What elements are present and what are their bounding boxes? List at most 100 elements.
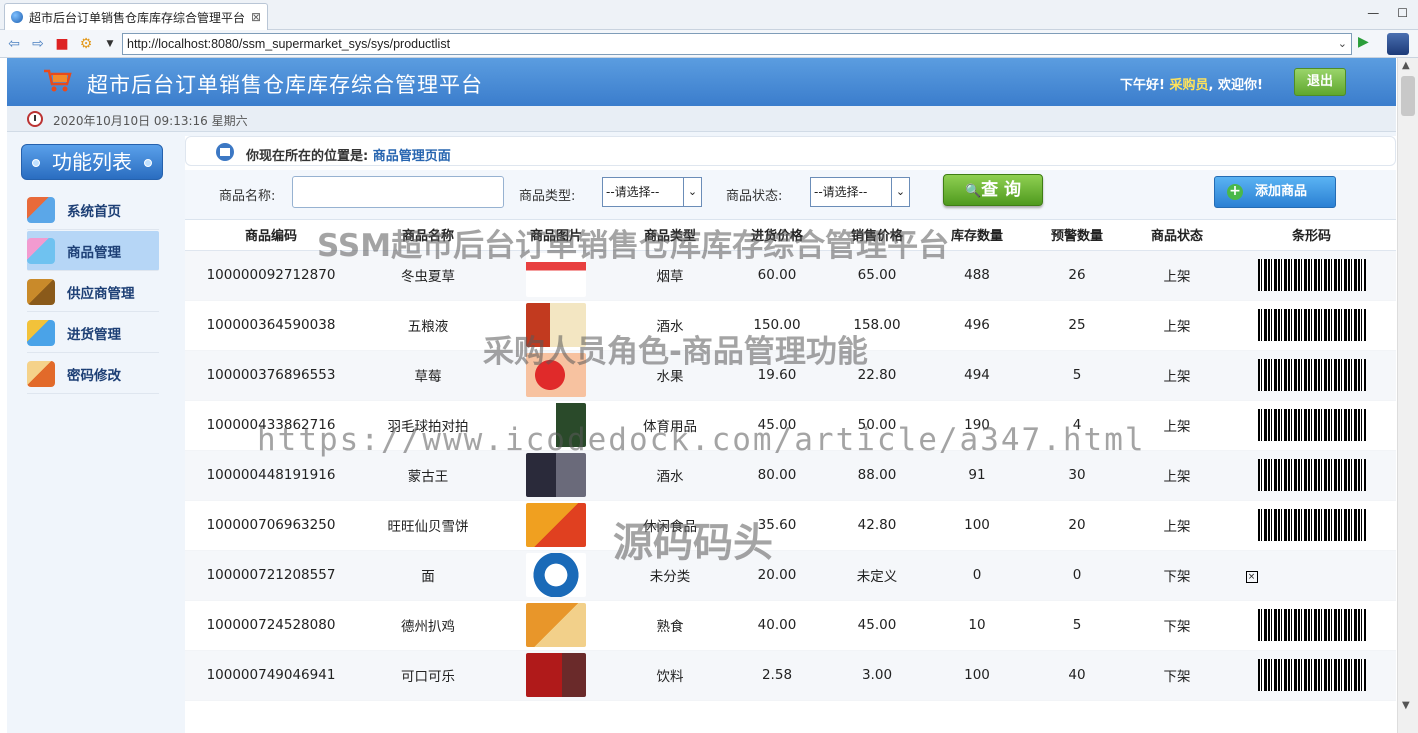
barcode-cell xyxy=(1227,250,1396,301)
column-header: 进货价格 xyxy=(727,220,827,251)
sale-price-cell: 50.00 xyxy=(827,400,927,451)
minimize-icon[interactable]: — xyxy=(1367,6,1379,20)
sidebar-item-label: 系统首页 xyxy=(67,203,121,220)
name-input[interactable] xyxy=(292,176,504,208)
barcode-image xyxy=(1257,509,1366,541)
product-status-cell: 下架 xyxy=(1127,650,1227,701)
sidebar-item-label: 进货管理 xyxy=(67,326,121,343)
dropdown-arrow-icon[interactable]: ▼ xyxy=(100,39,120,49)
warning-quantity-cell: 0 xyxy=(1027,550,1127,601)
product-name-cell: 冬虫夏草 xyxy=(357,250,499,301)
url-text: http://localhost:8080/ssm_supermarket_sy… xyxy=(127,37,451,51)
barcode-image xyxy=(1257,459,1366,491)
product-status-cell: 上架 xyxy=(1127,250,1227,301)
sidebar-item-label: 密码修改 xyxy=(67,367,121,384)
sidebar-item-supplier[interactable]: 供应商管理 xyxy=(27,272,159,312)
query-button[interactable]: 🔍查 询 xyxy=(943,174,1043,206)
current-datetime: 2020年10月10日 09:13:16 星期六 xyxy=(53,114,248,128)
sidebar-item-purchase[interactable]: 进货管理 xyxy=(27,313,159,353)
product-status-cell: 下架 xyxy=(1127,550,1227,601)
maximize-icon[interactable]: ☐ xyxy=(1397,6,1408,20)
status-select-value: --请选择-- xyxy=(814,185,868,199)
sidebar-item-password[interactable]: 密码修改 xyxy=(27,354,159,394)
stock-quantity-cell: 91 xyxy=(927,450,1027,501)
status-label: 商品状态: xyxy=(726,189,783,204)
stock-quantity-cell: 10 xyxy=(927,600,1027,651)
go-icon[interactable]: ▶ xyxy=(1358,34,1369,50)
product-image-cell xyxy=(499,250,613,301)
warning-quantity-cell: 5 xyxy=(1027,350,1127,401)
page: 超市后台订单销售仓库库存综合管理平台 下午好! 采购员, 欢迎你! 退出 202… xyxy=(7,58,1396,733)
vertical-scrollbar[interactable]: ▲ ▼ xyxy=(1397,58,1418,733)
product-thumbnail xyxy=(526,253,586,297)
warning-quantity-cell: 40 xyxy=(1027,650,1127,701)
tab-close-icon[interactable]: ⊠ xyxy=(251,10,261,24)
product-status-cell: 下架 xyxy=(1127,600,1227,651)
column-header: 条形码 xyxy=(1227,220,1396,251)
barcode-image xyxy=(1257,309,1366,341)
sidebar-item-goods[interactable]: 商品管理 xyxy=(27,231,159,271)
chevron-down-icon: ⌄ xyxy=(683,178,701,206)
product-type-cell: 水果 xyxy=(613,350,727,401)
query-label: 查 询 xyxy=(981,180,1022,200)
table-row: 100000433862716 羽毛球拍对拍 体育用品 45.00 50.00 190 4 上… xyxy=(185,400,1396,451)
url-dropdown-icon[interactable]: ⌄ xyxy=(1338,34,1347,54)
product-thumbnail xyxy=(526,303,586,347)
product-thumbnail xyxy=(526,403,586,447)
logout-button[interactable]: 退出 xyxy=(1294,68,1346,96)
stop-icon[interactable]: ■ xyxy=(52,36,72,52)
browser-tab[interactable]: 超市后台订单销售仓库库存综合管理平台 ⊠ xyxy=(4,3,268,30)
browser-nav-bar: ⇦ ⇨ ■ ⚙ ▼ http://localhost:8080/ssm_supe… xyxy=(0,30,1418,58)
sync-icon[interactable]: ⚙ xyxy=(76,36,96,52)
broken-image-icon: × xyxy=(1245,571,1258,583)
extension-icon[interactable] xyxy=(1387,33,1409,55)
barcode-cell xyxy=(1227,500,1396,551)
table-header-row: 商品编码 商品名称 商品图片 商品类型 进货价格 销售价格 库存数量 预警数量 商品状态 条形码 xyxy=(185,220,1396,251)
product-name-cell: 旺旺仙贝雪饼 xyxy=(357,500,499,551)
type-select-value: --请选择-- xyxy=(606,185,660,199)
type-select[interactable]: --请选择-- ⌄ xyxy=(602,177,702,207)
column-header: 商品编码 xyxy=(185,220,357,251)
globe-icon xyxy=(11,11,23,23)
cost-price-cell: 19.60 xyxy=(727,350,827,401)
product-name-cell: 五粮液 xyxy=(357,300,499,351)
cost-price-cell: 45.00 xyxy=(727,400,827,451)
barcode-cell xyxy=(1227,600,1396,651)
product-status-cell: 上架 xyxy=(1127,500,1227,551)
column-header: 商品名称 xyxy=(357,220,499,251)
sale-price-cell: 65.00 xyxy=(827,250,927,301)
url-input[interactable]: http://localhost:8080/ssm_supermarket_sy… xyxy=(122,33,1352,55)
product-code-cell: 100000721208557 xyxy=(185,550,357,601)
table-row: 100000724528080 德州扒鸡 熟食 40.00 45.00 10 5 下架 xyxy=(185,600,1396,651)
sidebar: 功能列表 系统首页 商品管理 供应商管理 进货管理 密码修改 xyxy=(21,144,167,733)
forward-icon[interactable]: ⇨ xyxy=(28,36,48,52)
back-icon[interactable]: ⇦ xyxy=(4,36,24,52)
goods-icon xyxy=(27,237,55,264)
clock-icon xyxy=(27,111,43,127)
column-header: 库存数量 xyxy=(927,220,1027,251)
cost-price-cell: 40.00 xyxy=(727,600,827,651)
breadcrumb-text: 你现在所在的位置是: 商品管理页面 xyxy=(246,145,451,164)
scroll-thumb[interactable] xyxy=(1401,76,1415,116)
product-thumbnail xyxy=(526,503,586,547)
add-product-button[interactable]: + 添加商品 xyxy=(1214,176,1336,208)
bullet-icon xyxy=(144,159,152,167)
stock-quantity-cell: 496 xyxy=(927,300,1027,351)
product-image-cell xyxy=(499,500,613,551)
home-icon xyxy=(216,143,234,161)
greeting: 下午好! 采购员, 欢迎你! xyxy=(1120,74,1263,93)
product-thumbnail xyxy=(526,603,586,647)
scroll-up-icon[interactable]: ▲ xyxy=(1402,60,1410,71)
warning-quantity-cell: 20 xyxy=(1027,500,1127,551)
barcode-image xyxy=(1257,409,1366,441)
sale-price-cell: 45.00 xyxy=(827,600,927,651)
barcode-cell xyxy=(1227,650,1396,701)
scroll-down-icon[interactable]: ▼ xyxy=(1402,700,1410,711)
browser-tab-bar: 超市后台订单销售仓库库存综合管理平台 ⊠ — ☐ xyxy=(0,0,1418,30)
table-row: 100000376896553 草莓 水果 19.60 22.80 494 5 上架 xyxy=(185,350,1396,401)
status-select[interactable]: --请选择-- ⌄ xyxy=(810,177,910,207)
product-code-cell: 100000376896553 xyxy=(185,350,357,401)
user-role: 采购员 xyxy=(1169,78,1209,93)
product-image-cell xyxy=(499,300,613,351)
sidebar-item-home[interactable]: 系统首页 xyxy=(27,190,159,230)
